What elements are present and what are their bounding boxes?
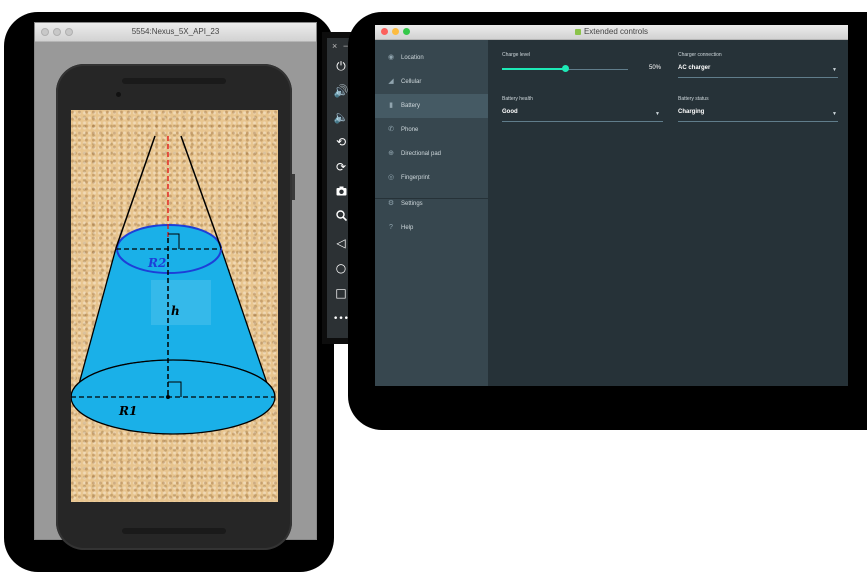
extended-controls-sidebar: ◉ Location ◢ Cellular ▮ Battery ✆ Phone … — [375, 40, 488, 386]
extended-controls-title: Extended controls — [583, 27, 649, 36]
zoom-window-icon[interactable] — [403, 28, 410, 35]
phone-power-key — [292, 174, 295, 200]
settings-icon: ⚙ — [387, 200, 395, 207]
nav-item-settings[interactable]: ⚙ Settings — [375, 192, 488, 216]
toolbar-close-button[interactable]: × — [332, 41, 337, 51]
extended-controls-window: Extended controls ◉ Location ◢ Cellular … — [375, 25, 848, 386]
nav-item-label: Cellular — [401, 79, 422, 85]
battery-status-value[interactable]: Charging — [678, 109, 704, 115]
cellular-icon: ◢ — [388, 78, 394, 85]
top-speaker — [122, 78, 226, 84]
minimize-window-icon[interactable] — [53, 28, 61, 36]
emulator-body: R2 h R1 — [35, 42, 316, 550]
cone-diagram: R2 h R1 — [71, 135, 276, 435]
close-window-icon[interactable] — [381, 28, 388, 35]
battery-health-underline — [502, 121, 663, 122]
nav-item-label: Location — [401, 55, 424, 61]
charge-level-slider[interactable] — [561, 65, 569, 72]
nav-item-label: Help — [401, 225, 414, 231]
nav-item-label: Directional pad — [401, 151, 442, 157]
charge-level-fill — [502, 68, 565, 70]
nav-item-help[interactable]: ? Help — [375, 216, 488, 240]
help-icon: ? — [389, 224, 393, 231]
bottom-speaker — [122, 528, 226, 534]
chevron-down-icon[interactable]: ▼ — [832, 67, 837, 73]
emulator-window: 5554:Nexus_5X_API_23 R2 h R1 — [34, 22, 317, 550]
nav-item-label: Battery — [401, 103, 421, 109]
fingerprint-icon: ◎ — [387, 174, 395, 181]
emulator-title: 5554:Nexus_5X_API_23 — [131, 27, 220, 36]
chevron-down-icon[interactable]: ▼ — [832, 111, 837, 117]
phone-screen[interactable]: R2 h R1 — [71, 110, 278, 502]
battery-status-underline — [678, 121, 838, 122]
charge-level-value: 50% — [649, 65, 662, 71]
label-r1: R1 — [118, 404, 137, 418]
location-icon: ◉ — [387, 54, 395, 61]
dpad-icon: ⊕ — [388, 150, 394, 157]
zoom-window-icon[interactable] — [65, 28, 73, 36]
chevron-down-icon[interactable]: ▼ — [655, 111, 660, 117]
nav-item-label: Phone — [401, 127, 419, 133]
battery-panel: Charge level 50% Charger connection AC c… — [488, 40, 848, 386]
battery-icon: ▮ — [389, 102, 393, 109]
bottom-center-point — [166, 395, 170, 399]
charger-connection-label: Charger connection — [678, 52, 722, 58]
nav-item-phone[interactable]: ✆ Phone — [375, 118, 488, 142]
phone-icon: ✆ — [388, 126, 394, 133]
label-r2: R2 — [147, 256, 166, 270]
battery-health-label: Battery health — [502, 96, 533, 102]
nav-item-label: Settings — [401, 201, 423, 207]
charger-connection-value[interactable]: AC charger — [678, 65, 710, 71]
close-window-icon[interactable] — [41, 28, 49, 36]
battery-health-value[interactable]: Good — [502, 109, 518, 115]
nav-item-battery[interactable]: ▮ Battery — [375, 94, 488, 118]
nav-item-location[interactable]: ◉ Location — [375, 46, 488, 70]
emulator-titlebar: 5554:Nexus_5X_API_23 — [35, 23, 316, 42]
android-icon — [574, 28, 581, 35]
label-h: h — [171, 304, 180, 318]
minimize-window-icon[interactable] — [392, 28, 399, 35]
extended-controls-titlebar: Extended controls — [375, 25, 848, 40]
phone-frame: R2 h R1 — [56, 64, 295, 550]
battery-status-label: Battery status — [678, 96, 709, 102]
front-camera — [116, 92, 121, 97]
nav-item-directional-pad[interactable]: ⊕ Directional pad — [375, 142, 488, 166]
charge-level-label: Charge level — [502, 52, 531, 58]
charger-connection-underline — [678, 77, 838, 78]
nav-item-fingerprint[interactable]: ◎ Fingerprint — [375, 166, 488, 190]
nav-item-label: Fingerprint — [401, 175, 430, 181]
pattern-patch — [151, 280, 211, 325]
nav-item-cellular[interactable]: ◢ Cellular — [375, 70, 488, 94]
